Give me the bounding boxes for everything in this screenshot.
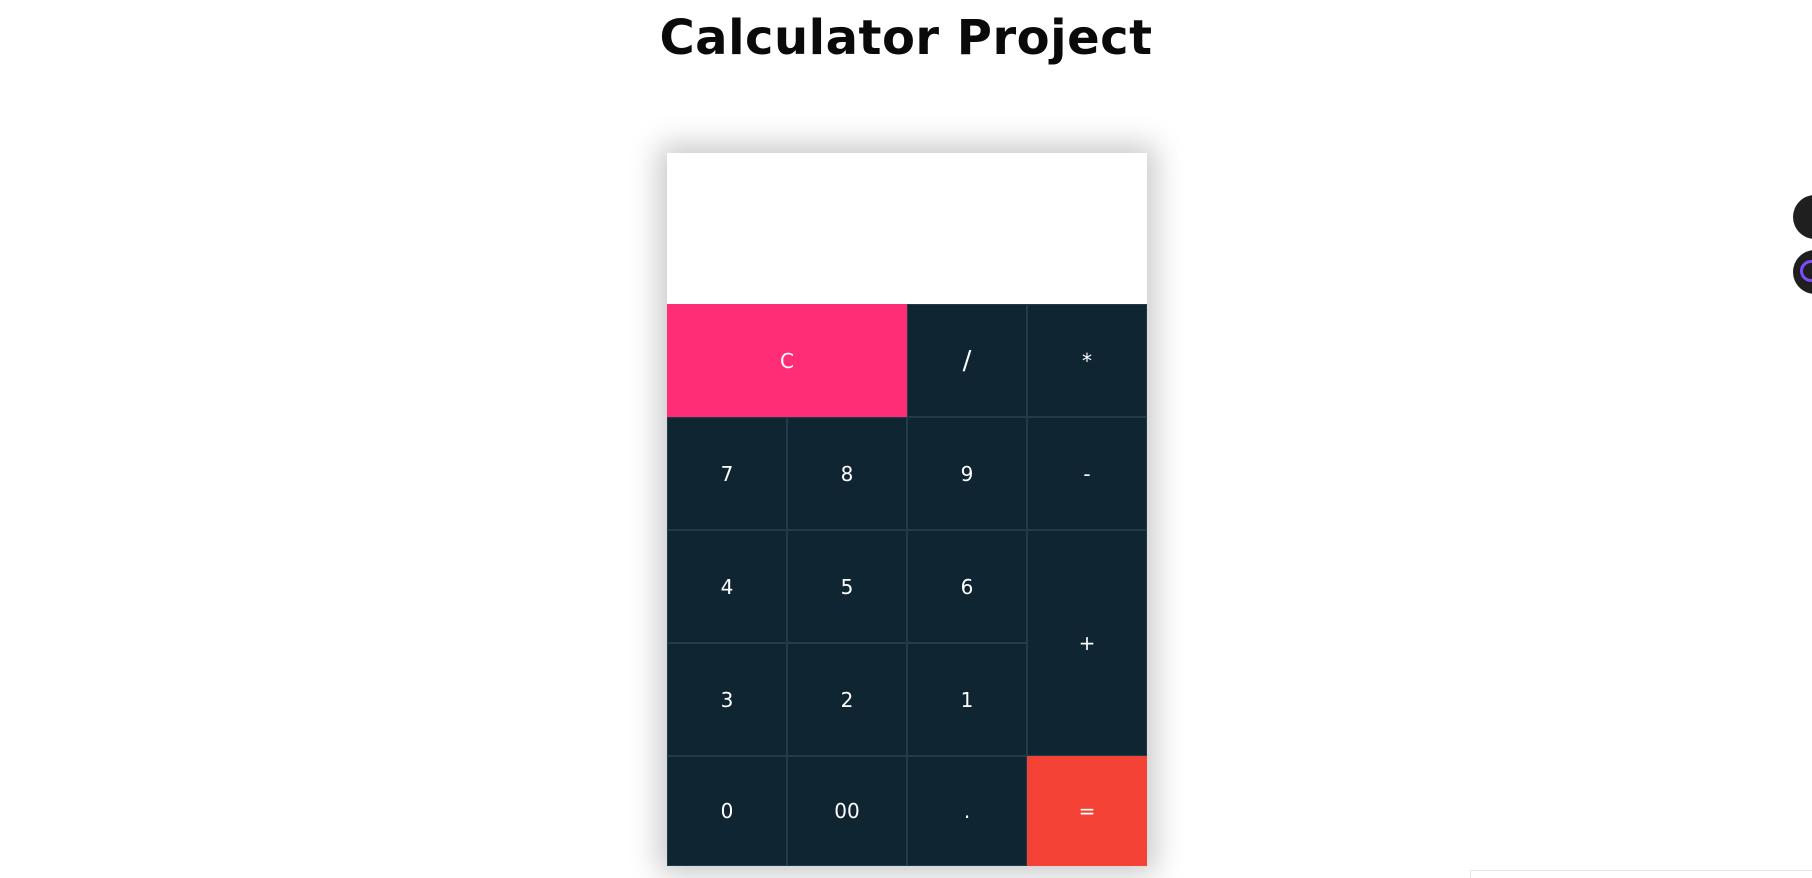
minus-button[interactable]: -	[1027, 417, 1147, 530]
decimal-button[interactable]: .	[907, 756, 1027, 866]
calculator-display[interactable]	[667, 153, 1147, 304]
page-title: Calculator Project	[659, 10, 1153, 66]
double-zero-button[interactable]: 00	[787, 756, 907, 866]
digit-5-button[interactable]: 5	[787, 530, 907, 643]
clear-button[interactable]: C	[667, 304, 907, 417]
digit-8-button[interactable]: 8	[787, 417, 907, 530]
assistant-icon[interactable]	[1793, 250, 1812, 294]
digit-9-button[interactable]: 9	[907, 417, 1027, 530]
digit-3-button[interactable]: 3	[667, 643, 787, 756]
corner-panel	[1470, 870, 1812, 878]
multiply-button[interactable]: *	[1027, 304, 1147, 417]
extension-icon[interactable]	[1793, 195, 1812, 239]
digit-0-button[interactable]: 0	[667, 756, 787, 866]
digit-4-button[interactable]: 4	[667, 530, 787, 643]
digit-6-button[interactable]: 6	[907, 530, 1027, 643]
digit-2-button[interactable]: 2	[787, 643, 907, 756]
digit-7-button[interactable]: 7	[667, 417, 787, 530]
calculator: C / * 7 8 9 - 4 5 6 + 3 2 1 0 00 . =	[667, 153, 1147, 866]
divide-button[interactable]: /	[907, 304, 1027, 417]
digit-1-button[interactable]: 1	[907, 643, 1027, 756]
equals-button[interactable]: =	[1027, 756, 1147, 866]
assistant-ring-icon	[1800, 260, 1812, 282]
plus-button[interactable]: +	[1027, 530, 1147, 756]
